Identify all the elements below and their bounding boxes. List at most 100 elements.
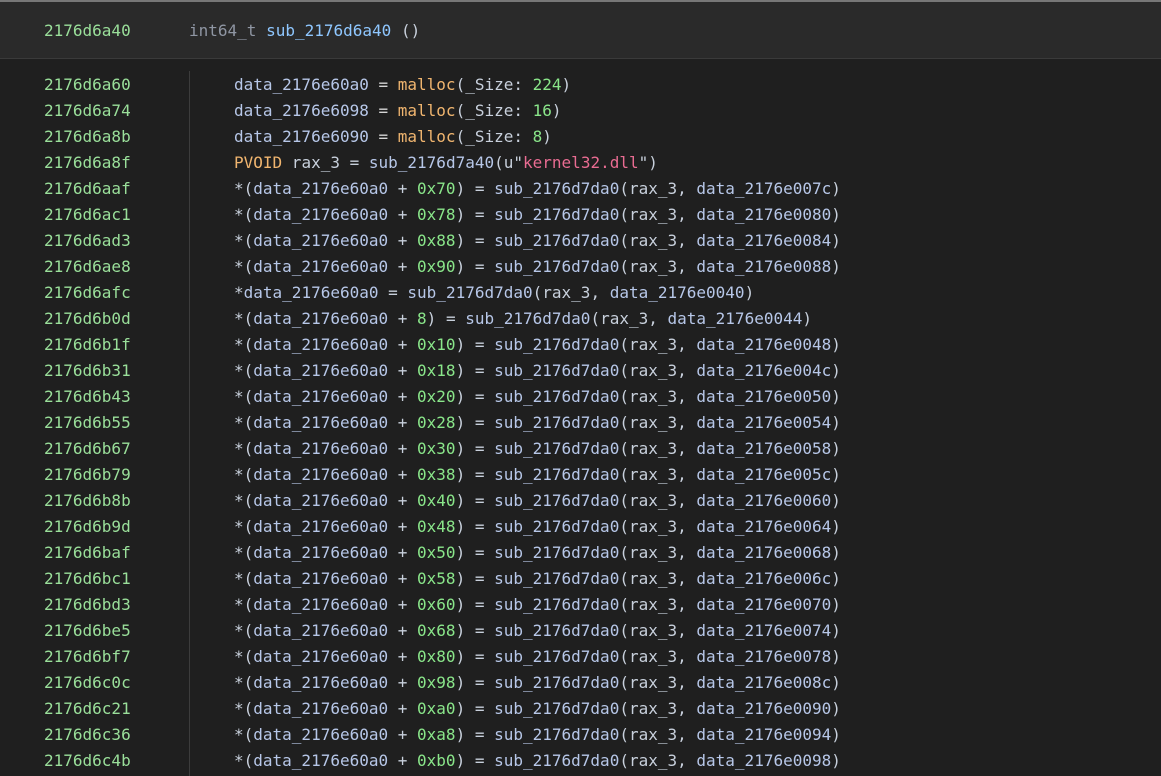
line-address[interactable]: 2176d6c21 [0, 699, 190, 718]
code-token[interactable]: sub_2176d7da0 [494, 543, 619, 562]
line-code[interactable]: *(data_2176e60a0 + 0x50) = sub_2176d7da0… [190, 543, 841, 562]
code-line[interactable]: 2176d6a8f PVOID rax_3 = sub_2176d7a40(u"k… [0, 149, 1161, 175]
line-code[interactable]: *(data_2176e60a0 + 0x70) = sub_2176d7da0… [190, 179, 841, 198]
code-line[interactable]: 2176d6bc1 *(data_2176e60a0 + 0x58) = sub_… [0, 565, 1161, 591]
line-code[interactable]: *(data_2176e60a0 + 0x78) = sub_2176d7da0… [190, 205, 841, 224]
code-token[interactable]: sub_2176d7da0 [494, 439, 619, 458]
function-header[interactable]: 2176d6a40 int64_t sub_2176d6a40 () [0, 2, 1161, 59]
code-line[interactable]: 2176d6c36 *(data_2176e60a0 + 0xa8) = sub_… [0, 721, 1161, 747]
line-address[interactable]: 2176d6a60 [0, 75, 190, 94]
code-token[interactable]: sub_2176d7a40 [369, 153, 494, 172]
code-line[interactable]: 2176d6afc *data_2176e60a0 = sub_2176d7da0… [0, 279, 1161, 305]
code-line[interactable]: 2176d6aaf *(data_2176e60a0 + 0x70) = sub_… [0, 175, 1161, 201]
code-token[interactable]: data_2176e007c [696, 179, 831, 198]
code-token[interactable]: data_2176e60a0 [253, 179, 388, 198]
line-address[interactable]: 2176d6a8b [0, 127, 190, 146]
code-token[interactable]: data_2176e60a0 [253, 335, 388, 354]
code-token[interactable]: sub_2176d7da0 [494, 465, 619, 484]
code-token[interactable]: data_2176e0040 [610, 283, 745, 302]
code-token[interactable]: sub_2176d7da0 [494, 673, 619, 692]
line-address[interactable]: 2176d6c0c [0, 673, 190, 692]
code-line[interactable]: 2176d6be5 *(data_2176e60a0 + 0x68) = sub_… [0, 617, 1161, 643]
code-token[interactable]: data_2176e0044 [668, 309, 803, 328]
code-line[interactable]: 2176d6b43 *(data_2176e60a0 + 0x20) = sub_… [0, 383, 1161, 409]
line-code[interactable]: *(data_2176e60a0 + 0x10) = sub_2176d7da0… [190, 335, 841, 354]
line-address[interactable]: 2176d6ac1 [0, 205, 190, 224]
code-token[interactable]: sub_2176d7da0 [494, 569, 619, 588]
code-token[interactable]: sub_2176d7da0 [494, 751, 619, 770]
code-line[interactable]: 2176d6b0d *(data_2176e60a0 + 8) = sub_217… [0, 305, 1161, 331]
code-line[interactable]: 2176d6ac1 *(data_2176e60a0 + 0x78) = sub_… [0, 201, 1161, 227]
code-token[interactable]: data_2176e005c [696, 465, 831, 484]
code-token[interactable]: data_2176e60a0 [253, 647, 388, 666]
code-token[interactable]: data_2176e60a0 [253, 725, 388, 744]
code-token[interactable]: data_2176e60a0 [253, 465, 388, 484]
code-token[interactable]: data_2176e0058 [696, 439, 831, 458]
code-token[interactable]: sub_2176d7da0 [494, 491, 619, 510]
line-address[interactable]: 2176d6a74 [0, 101, 190, 120]
code-token[interactable]: sub_2176d7da0 [494, 725, 619, 744]
code-line[interactable]: 2176d6bf7 *(data_2176e60a0 + 0x80) = sub_… [0, 643, 1161, 669]
line-code[interactable]: *(data_2176e60a0 + 0x60) = sub_2176d7da0… [190, 595, 841, 614]
code-token[interactable]: sub_2176d7da0 [494, 257, 619, 276]
code-token[interactable]: data_2176e60a0 [253, 699, 388, 718]
line-code[interactable]: data_2176e60a0 = malloc(_Size: 224) [190, 75, 571, 94]
line-address[interactable]: 2176d6bc1 [0, 569, 190, 588]
code-token[interactable]: sub_2176d7da0 [407, 283, 532, 302]
line-address[interactable]: 2176d6be5 [0, 621, 190, 640]
line-code[interactable]: *(data_2176e60a0 + 0x20) = sub_2176d7da0… [190, 387, 841, 406]
line-address[interactable]: 2176d6b8b [0, 491, 190, 510]
code-line[interactable]: 2176d6ae8 *(data_2176e60a0 + 0x90) = sub_… [0, 253, 1161, 279]
code-token[interactable]: data_2176e0060 [696, 491, 831, 510]
line-address[interactable]: 2176d6bf7 [0, 647, 190, 666]
code-token[interactable]: sub_2176d7da0 [494, 335, 619, 354]
code-line[interactable]: 2176d6b79 *(data_2176e60a0 + 0x38) = sub_… [0, 461, 1161, 487]
code-token[interactable]: data_2176e0098 [696, 751, 831, 770]
code-token[interactable]: data_2176e0090 [696, 699, 831, 718]
line-code[interactable]: *(data_2176e60a0 + 8) = sub_2176d7da0(ra… [190, 309, 812, 328]
code-token[interactable]: data_2176e60a0 [253, 205, 388, 224]
line-address[interactable]: 2176d6c36 [0, 725, 190, 744]
code-line[interactable]: 2176d6c0c *(data_2176e60a0 + 0x98) = sub_… [0, 669, 1161, 695]
line-address[interactable]: 2176d6b79 [0, 465, 190, 484]
code-token[interactable]: data_2176e60a0 [253, 517, 388, 536]
code-token[interactable]: data_2176e60a0 [253, 569, 388, 588]
line-code[interactable]: PVOID rax_3 = sub_2176d7a40(u"kernel32.d… [190, 153, 658, 172]
line-address[interactable]: 2176d6ad3 [0, 231, 190, 250]
function-name[interactable]: sub_2176d6a40 [266, 21, 391, 40]
code-token[interactable]: malloc [398, 101, 456, 120]
line-code[interactable]: *(data_2176e60a0 + 0x90) = sub_2176d7da0… [190, 257, 841, 276]
code-line[interactable]: 2176d6b1f *(data_2176e60a0 + 0x10) = sub_… [0, 331, 1161, 357]
code-token[interactable]: data_2176e0054 [696, 413, 831, 432]
code-token[interactable]: sub_2176d7da0 [494, 413, 619, 432]
line-code[interactable]: data_2176e6098 = malloc(_Size: 16) [190, 101, 562, 120]
code-token[interactable]: data_2176e0070 [696, 595, 831, 614]
code-line[interactable]: 2176d6b9d *(data_2176e60a0 + 0x48) = sub_… [0, 513, 1161, 539]
line-address[interactable]: 2176d6aaf [0, 179, 190, 198]
line-code[interactable]: *data_2176e60a0 = sub_2176d7da0(rax_3, d… [190, 283, 754, 302]
code-token[interactable]: data_2176e60a0 [253, 309, 388, 328]
code-token[interactable]: data_2176e0078 [696, 647, 831, 666]
function-signature[interactable]: int64_t sub_2176d6a40 () [189, 21, 420, 40]
code-token[interactable]: data_2176e60a0 [253, 439, 388, 458]
code-line[interactable]: 2176d6c4b *(data_2176e60a0 + 0xb0) = sub_… [0, 747, 1161, 773]
code-token[interactable]: sub_2176d7da0 [494, 179, 619, 198]
line-code[interactable]: *(data_2176e60a0 + 0x58) = sub_2176d7da0… [190, 569, 841, 588]
code-line[interactable]: 2176d6ad3 *(data_2176e60a0 + 0x88) = sub_… [0, 227, 1161, 253]
line-address[interactable]: 2176d6b31 [0, 361, 190, 380]
code-token[interactable]: data_2176e6098 [234, 101, 369, 120]
code-line[interactable]: 2176d6c21 *(data_2176e60a0 + 0xa0) = sub_… [0, 695, 1161, 721]
code-token[interactable]: data_2176e0088 [696, 257, 831, 276]
line-code[interactable]: *(data_2176e60a0 + 0x30) = sub_2176d7da0… [190, 439, 841, 458]
code-token[interactable]: sub_2176d7da0 [494, 361, 619, 380]
code-line[interactable]: 2176d6b67 *(data_2176e60a0 + 0x30) = sub_… [0, 435, 1161, 461]
code-token[interactable]: data_2176e60a0 [253, 257, 388, 276]
line-code[interactable]: *(data_2176e60a0 + 0x28) = sub_2176d7da0… [190, 413, 841, 432]
line-code[interactable]: data_2176e6090 = malloc(_Size: 8) [190, 127, 552, 146]
line-code[interactable]: *(data_2176e60a0 + 0x88) = sub_2176d7da0… [190, 231, 841, 250]
line-address[interactable]: 2176d6b55 [0, 413, 190, 432]
function-address[interactable]: 2176d6a40 [0, 21, 189, 40]
line-address[interactable]: 2176d6b67 [0, 439, 190, 458]
line-code[interactable]: *(data_2176e60a0 + 0xb0) = sub_2176d7da0… [190, 751, 841, 770]
line-code[interactable]: *(data_2176e60a0 + 0xa8) = sub_2176d7da0… [190, 725, 841, 744]
